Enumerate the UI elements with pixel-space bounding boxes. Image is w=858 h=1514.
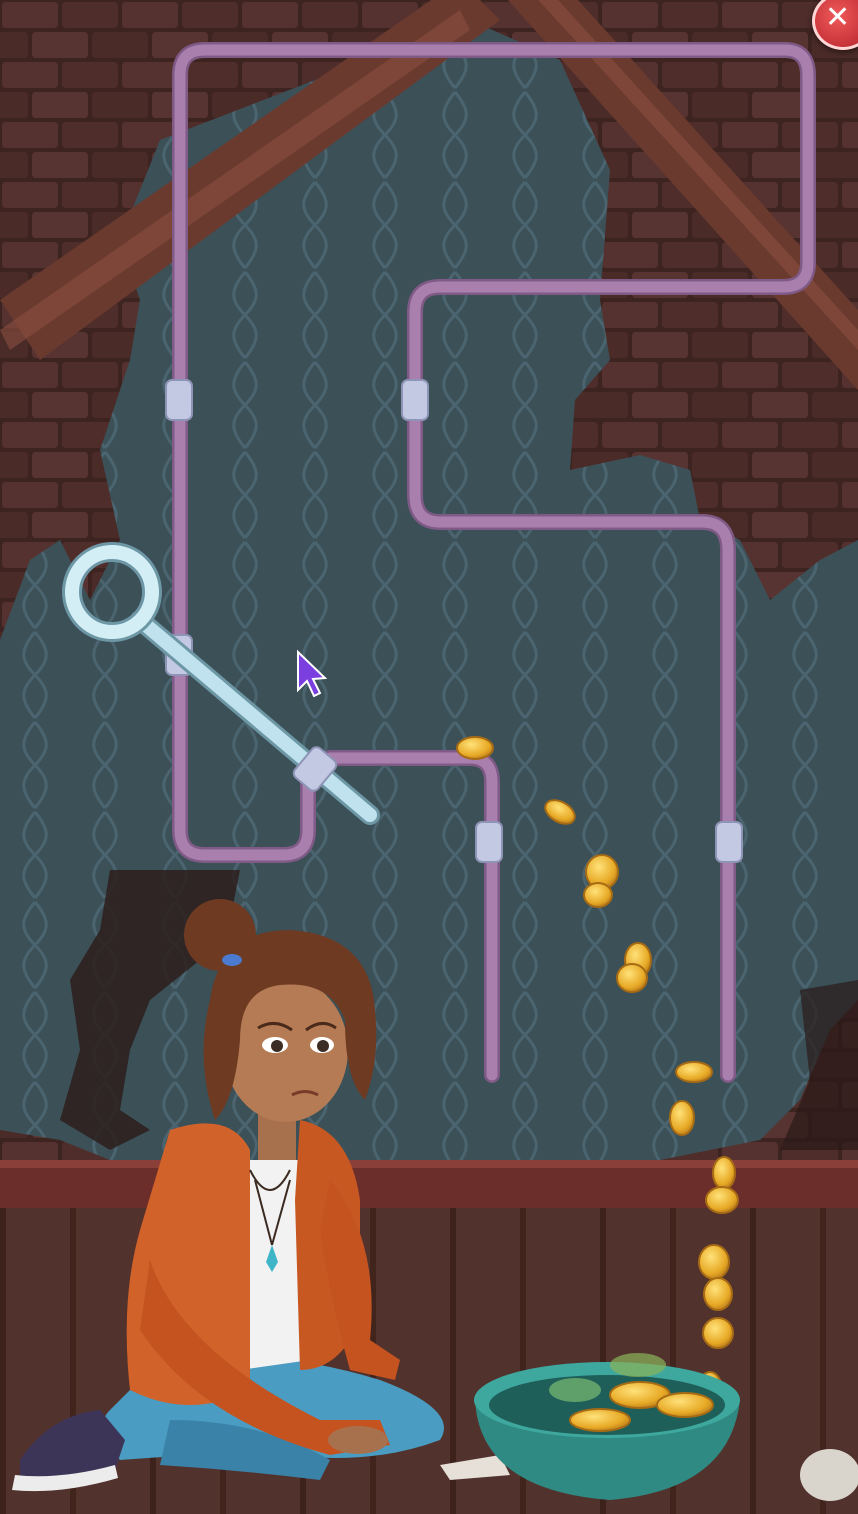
arrow-cursor-icon (297, 649, 328, 698)
close-icon: ✕ (825, 0, 851, 35)
game-scene: ✕ (0, 0, 858, 1514)
